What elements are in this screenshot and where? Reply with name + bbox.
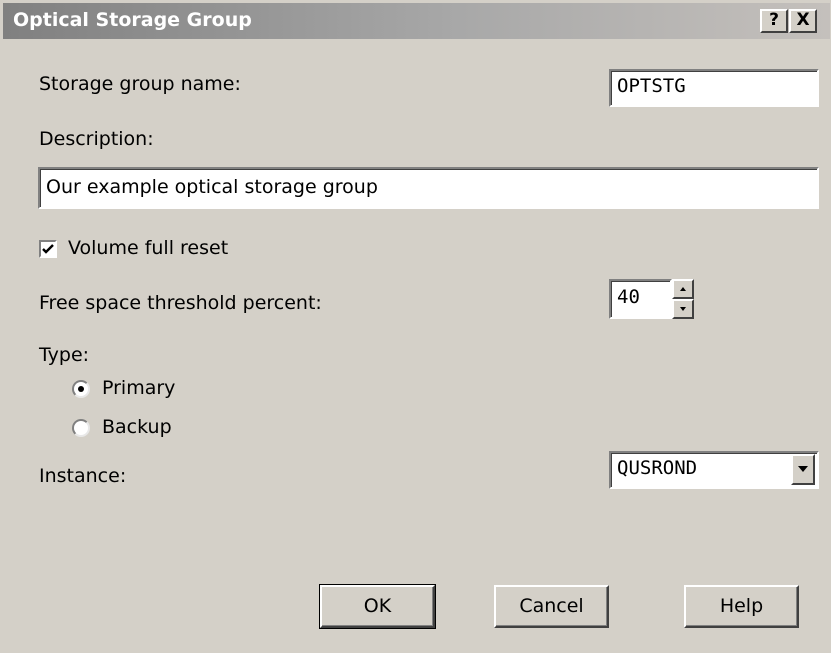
- instance-dropdown[interactable]: QUSROND: [609, 451, 819, 489]
- type-label: Type:: [39, 344, 90, 366]
- help-icon[interactable]: ?: [760, 9, 788, 33]
- help-button[interactable]: Help: [684, 585, 799, 628]
- cancel-button[interactable]: Cancel: [494, 585, 609, 628]
- dialog-title: Optical Storage Group: [13, 9, 252, 31]
- arrow-down-icon: [680, 307, 686, 311]
- title-bar[interactable]: Optical Storage Group ? X: [3, 3, 830, 39]
- description-value: Our example optical storage group: [46, 176, 378, 198]
- radio-selected-dot: [78, 386, 84, 392]
- arrow-up-icon: [680, 287, 686, 291]
- instance-dropdown-button[interactable]: [791, 454, 815, 485]
- spin-up-button[interactable]: [672, 279, 694, 299]
- ok-button[interactable]: OK: [319, 584, 436, 629]
- volume-full-reset-checkbox[interactable]: [39, 240, 57, 258]
- instance-value: QUSROND: [617, 457, 698, 479]
- free-space-threshold-label: Free space threshold percent:: [39, 292, 322, 314]
- radio-backup[interactable]: [72, 419, 90, 437]
- storage-group-name-value: OPTSTG: [617, 75, 686, 97]
- free-space-threshold-value: 40: [617, 286, 640, 308]
- instance-label: Instance:: [39, 465, 127, 487]
- free-space-threshold-field[interactable]: 40: [609, 279, 672, 319]
- volume-full-reset-label: Volume full reset: [68, 237, 229, 259]
- check-icon: [42, 244, 54, 254]
- optical-storage-group-dialog: Optical Storage Group ? X Storage group …: [0, 0, 831, 653]
- description-label: Description:: [39, 128, 154, 150]
- spin-down-button[interactable]: [672, 299, 694, 319]
- description-field[interactable]: Our example optical storage group: [38, 167, 819, 209]
- radio-primary-label: Primary: [102, 377, 176, 399]
- chevron-down-icon: [798, 466, 808, 472]
- storage-group-name-label: Storage group name:: [39, 73, 241, 95]
- storage-group-name-field[interactable]: OPTSTG: [609, 69, 819, 107]
- radio-backup-label: Backup: [102, 416, 172, 438]
- radio-primary[interactable]: [72, 380, 90, 398]
- close-icon[interactable]: X: [789, 9, 817, 33]
